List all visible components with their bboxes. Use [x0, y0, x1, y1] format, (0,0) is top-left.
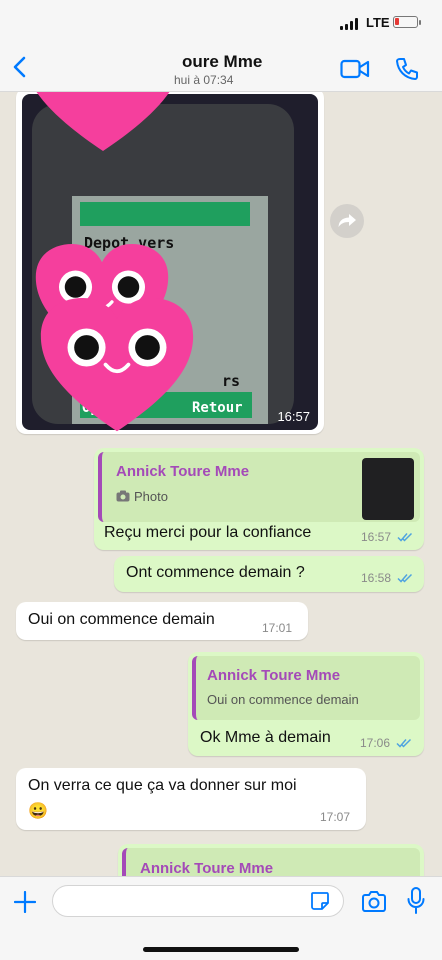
chat-header: LTE oure Mme hui à 07:34	[0, 0, 442, 92]
read-ticks-icon	[396, 738, 412, 748]
back-icon[interactable]	[8, 54, 34, 80]
network-label: LTE	[366, 15, 390, 30]
video-call-icon[interactable]	[340, 58, 370, 80]
signal-icon	[340, 18, 360, 30]
plus-icon[interactable]	[14, 891, 36, 913]
incoming-message[interactable]: On verra ce que ça va donner sur moi 😀 1…	[16, 768, 366, 830]
quoted-message[interactable]: Annick Toure Mme Oui on commence demain	[192, 656, 420, 720]
quoted-message[interactable]: Annick Toure Mme	[122, 848, 420, 876]
camera-icon[interactable]	[360, 890, 388, 914]
outgoing-message[interactable]: Annick Toure Mme	[118, 844, 424, 876]
message-input[interactable]	[52, 885, 344, 917]
message-text: On verra ce que ça va donner sur moi	[28, 777, 297, 794]
heart-face-sticker	[40, 298, 194, 432]
photo-text-mid: rs	[222, 372, 241, 390]
sticker-icon[interactable]	[310, 891, 330, 911]
message-time: 17:07	[320, 810, 351, 824]
contact-last-seen: hui à 07:34	[174, 73, 234, 87]
message-text: Ont commence demain ?	[126, 564, 305, 581]
read-ticks-icon	[397, 532, 413, 542]
message-time: 16:57	[361, 530, 392, 544]
quoted-message[interactable]: Annick Toure Mme Photo	[98, 452, 420, 522]
message-text: Reçu merci pour la confiance	[104, 524, 312, 541]
contact-name[interactable]: oure Mme	[182, 52, 262, 72]
message-text: Ok Mme à demain	[200, 729, 331, 746]
message-list[interactable]: Depot vers rs Op Retour 16:57 Annick Tou…	[0, 92, 442, 876]
read-ticks-icon	[397, 573, 413, 583]
forward-icon	[338, 214, 356, 227]
home-indicator	[143, 947, 299, 952]
quote-thumbnail	[362, 458, 414, 520]
message-time: 17:01	[262, 621, 293, 635]
quote-author: Annick Toure Mme	[140, 860, 274, 876]
emoji: 😀	[28, 803, 48, 820]
forward-button[interactable]	[330, 204, 364, 238]
photo-text-bottom-right: Retour	[192, 400, 243, 416]
composer-bar	[0, 876, 442, 960]
battery-icon	[393, 16, 421, 28]
message-text: Oui on commence demain	[28, 611, 215, 628]
quote-author: Annick Toure Mme	[116, 463, 250, 480]
message-time: 16:57	[277, 409, 310, 424]
phone-call-icon[interactable]	[394, 56, 420, 82]
message-time: 17:06	[360, 736, 391, 750]
outgoing-message[interactable]: Annick Toure Mme Oui on commence demain …	[188, 652, 424, 756]
microphone-icon[interactable]	[407, 887, 425, 915]
quote-author: Annick Toure Mme	[207, 667, 341, 684]
incoming-message[interactable]: Oui on commence demain 17:01	[16, 602, 308, 640]
message-time: 16:58	[361, 571, 392, 585]
heart-face-sticker	[36, 92, 170, 151]
outgoing-message[interactable]: Ont commence demain ? 16:58	[114, 556, 424, 592]
outgoing-message[interactable]: Annick Toure Mme Photo Reçu merci pour l…	[94, 448, 424, 550]
photo-camera-icon	[116, 490, 130, 502]
quote-text: Oui on commence demain	[207, 692, 359, 707]
quote-text: Photo	[134, 489, 168, 504]
